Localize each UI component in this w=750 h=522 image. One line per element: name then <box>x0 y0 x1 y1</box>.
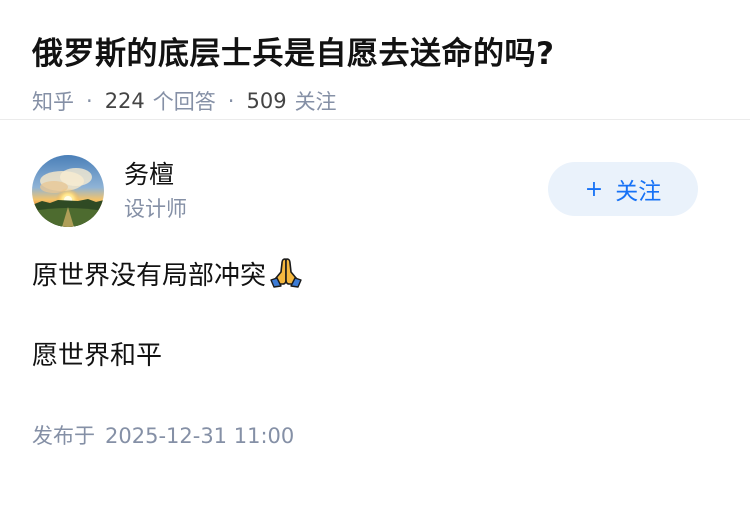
paragraph-text: 原世界没有局部冲突 <box>32 261 267 291</box>
question-meta: 知乎 · 224 个回答 · 509 关注 <box>32 86 718 116</box>
plus-icon: + <box>584 176 604 202</box>
follow-button-label: 关注 <box>615 179 662 205</box>
author-bio: 设计师 <box>124 197 187 221</box>
sunset-landscape-icon <box>32 155 104 227</box>
publish-label: 发布于 <box>32 424 95 448</box>
answer-card: 务檀 设计师 + 关注 原世界没有局部冲突 愿世界和平 发布于 2025-12-3… <box>0 120 750 450</box>
content-paragraph: 愿世界和平 <box>32 341 163 371</box>
answer-content: 原世界没有局部冲突 愿世界和平 <box>32 256 718 376</box>
answer-count-label: 个回答 <box>152 90 216 114</box>
answer-count: 224 <box>104 89 145 113</box>
author-row: 务檀 设计师 + 关注 <box>32 154 718 228</box>
publish-time: 2025-12-31 11:00 <box>105 424 295 448</box>
question-header: 俄罗斯的底层士兵是自愿去送命的吗? 知乎 · 224 个回答 · 509 关注 <box>0 0 750 120</box>
question-title[interactable]: 俄罗斯的底层士兵是自愿去送命的吗? <box>32 30 718 78</box>
folded-hands-emoji <box>270 258 302 288</box>
publish-info: 发布于 2025-12-31 11:00 <box>32 420 718 450</box>
author-name[interactable]: 务檀 <box>124 157 187 193</box>
content-paragraph: 原世界没有局部冲突 <box>32 256 718 296</box>
author-info: 务檀 设计师 <box>124 157 187 225</box>
follow-button[interactable]: + 关注 <box>548 162 698 216</box>
separator-dot: · <box>86 89 93 113</box>
follow-count: 509 <box>246 89 287 113</box>
avatar[interactable] <box>32 155 104 227</box>
separator-dot: · <box>227 89 235 113</box>
source-label[interactable]: 知乎 <box>32 86 74 116</box>
follow-count-label: 关注 <box>294 90 337 114</box>
